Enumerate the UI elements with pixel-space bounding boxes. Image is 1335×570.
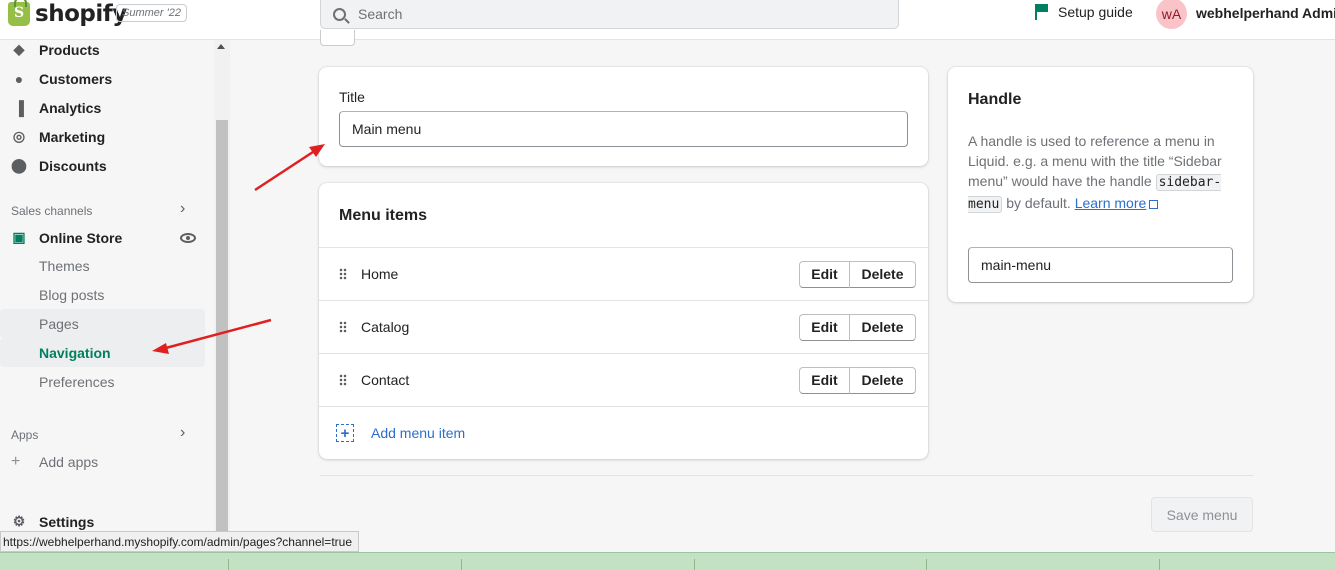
drag-handle-icon[interactable]	[339, 268, 347, 280]
scroll-thumb[interactable]	[216, 120, 228, 550]
menu-item-label: Catalog	[361, 319, 410, 335]
chevron-right-icon[interactable]: ›	[180, 200, 185, 218]
handle-description: A handle is used to reference a menu in …	[968, 131, 1236, 215]
external-link-icon	[1149, 200, 1159, 209]
delete-button[interactable]: Delete	[850, 260, 916, 288]
back-button[interactable]	[320, 30, 355, 46]
gear-icon: ⚙	[12, 513, 26, 529]
list-item: Contact Edit Delete	[319, 353, 928, 406]
handle-card: Handle A handle is used to reference a m…	[948, 67, 1253, 302]
target-icon: ◎	[12, 128, 26, 144]
sidebar-scrollbar[interactable]	[214, 40, 230, 550]
sidebar-subitem-preferences[interactable]: Preferences	[0, 367, 205, 396]
menu-item-label: Contact	[361, 372, 410, 388]
tag-icon: ◆	[13, 41, 25, 57]
flag-icon	[1034, 4, 1048, 20]
taskbar-separator	[461, 559, 462, 570]
sidebar-item-label: Online Store	[39, 229, 123, 246]
bar-chart-icon: ▐	[14, 99, 24, 116]
taskbar-separator	[1159, 559, 1160, 570]
divider	[320, 475, 1253, 476]
delete-button[interactable]: Delete	[850, 366, 916, 394]
list-item: Catalog Edit Delete	[319, 300, 928, 353]
drag-handle-icon[interactable]	[339, 321, 347, 333]
menu-items-heading: Menu items	[339, 207, 428, 224]
drag-handle-icon[interactable]	[339, 374, 347, 386]
sidebar-subitem-blog-posts[interactable]: Blog posts	[0, 280, 205, 309]
avatar[interactable]: wA	[1156, 0, 1187, 29]
sidebar: ◆ Products ● Customers ▐ Analytics ◎ Mar…	[0, 40, 230, 550]
logo-text: shopify	[35, 1, 127, 27]
status-url: https://webhelperhand.myshopify.com/admi…	[0, 531, 359, 552]
setup-guide-button[interactable]: Setup guide	[1034, 4, 1133, 20]
shopify-bag-icon	[8, 0, 30, 26]
sidebar-item-label: Marketing	[39, 128, 106, 145]
taskbar	[0, 552, 1335, 570]
apps-label: Apps	[11, 428, 39, 442]
sidebar-item-add-apps[interactable]: + Add apps	[0, 447, 205, 476]
setup-guide-label: Setup guide	[1058, 4, 1133, 20]
title-input[interactable]: Main menu	[339, 111, 908, 147]
person-icon: ●	[14, 70, 24, 87]
sales-channels-label: Sales channels	[11, 204, 93, 218]
taskbar-separator	[926, 559, 927, 570]
sidebar-item-discounts[interactable]: ⬤ Discounts	[0, 151, 205, 180]
sidebar-item-online-store[interactable]: ▣ Online Store	[0, 223, 205, 252]
plus-icon: +	[11, 452, 21, 470]
sidebar-item-label: Products	[39, 41, 100, 58]
top-bar: shopify Summer '22 Search Setup guide wA…	[0, 0, 1335, 40]
sidebar-item-label: Discounts	[39, 157, 107, 174]
menu-item-label: Home	[361, 266, 399, 282]
add-menu-item-row[interactable]: + Add menu item	[319, 406, 928, 459]
annotation-arrow	[254, 144, 325, 192]
chevron-right-icon[interactable]: ›	[180, 424, 185, 442]
save-menu-button[interactable]: Save menu	[1151, 497, 1253, 532]
sidebar-item-label: Settings	[39, 513, 95, 530]
handle-heading: Handle	[968, 91, 1022, 108]
title-card: Title Main menu	[319, 67, 928, 166]
discount-icon: ⬤	[11, 157, 27, 173]
sidebar-subitem-pages[interactable]: Pages	[0, 309, 205, 338]
handle-desc-text: by default.	[1006, 195, 1071, 211]
title-label: Title	[339, 89, 365, 105]
sidebar-subitem-navigation[interactable]: Navigation	[0, 338, 205, 367]
add-icon: +	[336, 424, 354, 442]
sidebar-item-products[interactable]: ◆ Products	[0, 35, 205, 64]
learn-more-link[interactable]: Learn more	[1075, 195, 1147, 211]
edit-button[interactable]: Edit	[799, 313, 850, 341]
username[interactable]: webhelperhand Admin	[1196, 5, 1335, 21]
handle-input[interactable]: main-menu	[968, 247, 1233, 283]
store-icon: ▣	[12, 229, 26, 245]
search-input[interactable]: Search	[320, 0, 899, 29]
list-item: Home Edit Delete	[319, 247, 928, 300]
edition-badge: Summer '22	[116, 4, 187, 22]
edit-button[interactable]: Edit	[799, 260, 850, 288]
edit-button[interactable]: Edit	[799, 366, 850, 394]
taskbar-separator	[228, 559, 229, 570]
sidebar-subitem-themes[interactable]: Themes	[0, 251, 205, 280]
add-menu-item-link[interactable]: Add menu item	[371, 425, 465, 441]
sidebar-item-label: Customers	[39, 70, 113, 87]
taskbar-separator	[694, 559, 695, 570]
sidebar-item-customers[interactable]: ● Customers	[0, 64, 205, 93]
sidebar-item-marketing[interactable]: ◎ Marketing	[0, 122, 205, 151]
delete-button[interactable]: Delete	[850, 313, 916, 341]
shopify-logo[interactable]: shopify	[8, 0, 127, 28]
sidebar-item-analytics[interactable]: ▐ Analytics	[0, 93, 205, 122]
menu-items-card: Menu items Home Edit Delete Catalog Edit…	[319, 183, 928, 459]
scroll-up-arrow-icon[interactable]	[217, 44, 225, 49]
sidebar-item-label: Analytics	[39, 99, 102, 116]
sidebar-item-label: Add apps	[39, 453, 99, 470]
search-icon	[333, 7, 346, 21]
search-placeholder: Search	[358, 6, 403, 22]
eye-icon[interactable]	[180, 233, 196, 243]
